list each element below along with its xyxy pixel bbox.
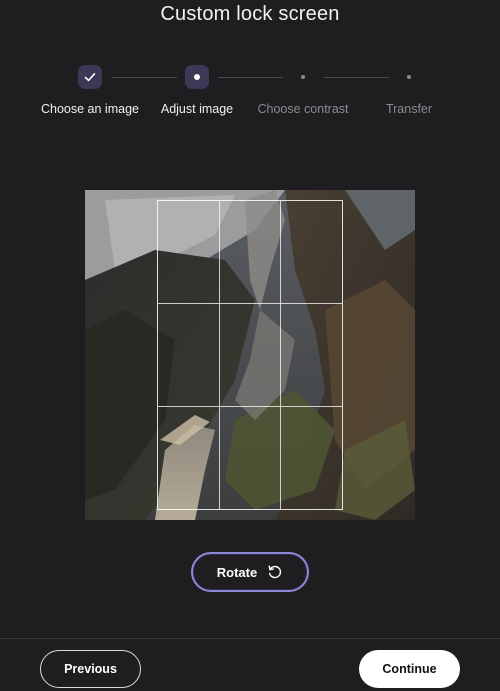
step-label: Adjust image [160,102,234,116]
rotate-button[interactable]: Rotate [191,552,309,592]
pending-dot-icon [301,75,305,79]
step-transfer: Transfer [349,64,469,116]
pending-dot-icon [407,75,411,79]
step-label: Choose an image [41,102,139,116]
checkmark-icon [84,73,96,82]
crop-grid-line [280,201,281,509]
continue-button[interactable]: Continue [359,650,460,688]
step-indicator-done [78,65,102,89]
footer-bar: Previous Continue [0,638,500,691]
step-adjust-image[interactable]: Adjust image [137,64,257,116]
active-dot-icon [194,74,200,80]
step-label: Transfer [385,102,433,116]
crop-frame[interactable] [157,200,343,510]
page-title: Custom lock screen [160,3,340,25]
step-label: Choose contrast [257,102,349,116]
step-choose-image[interactable]: Choose an image [30,64,150,116]
custom-lock-screen-page: Custom lock screen Choose an image Adjus… [0,0,500,691]
step-indicator-pending [397,65,421,89]
rotate-ccw-icon [268,565,282,579]
previous-button[interactable]: Previous [40,650,141,688]
step-indicator-pending [291,65,315,89]
stepper: Choose an image Adjust image Choose cont… [0,64,500,124]
rotate-button-label: Rotate [216,564,258,580]
crop-grid-line [158,406,342,407]
crop-grid-line [158,303,342,304]
step-indicator-active [185,65,209,89]
crop-grid-line [219,201,220,509]
step-choose-contrast: Choose contrast [243,64,363,116]
